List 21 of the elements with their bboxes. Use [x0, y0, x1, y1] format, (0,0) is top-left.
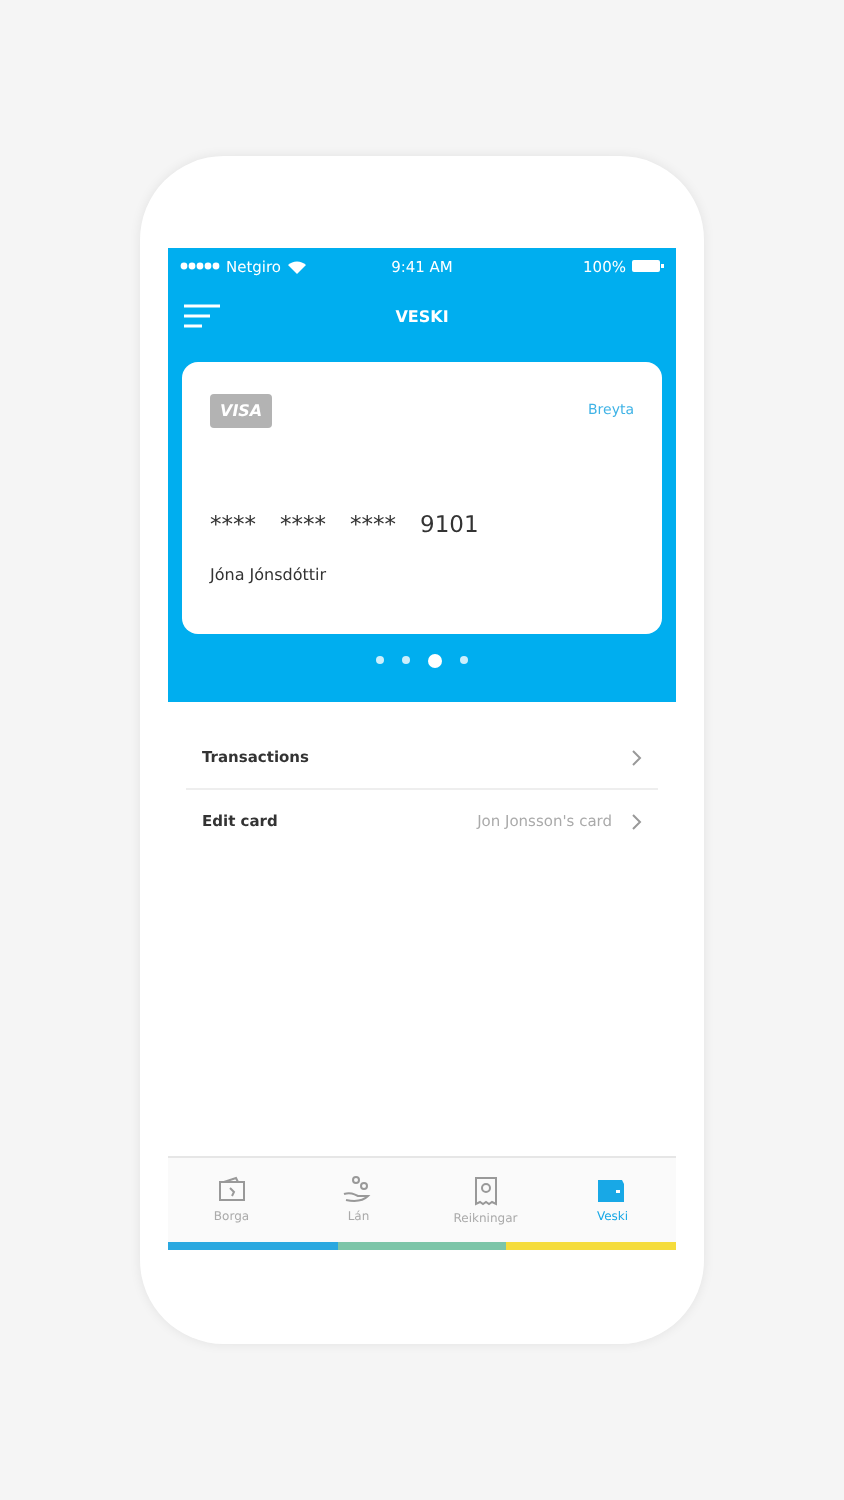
hand-coins-icon — [342, 1176, 375, 1204]
wallet-icon — [596, 1176, 629, 1204]
battery-icon — [631, 260, 664, 272]
screen-title: VESKI — [395, 308, 449, 326]
wallet-outline-icon — [215, 1176, 248, 1204]
card-brand-logo: VISA — [210, 394, 273, 428]
card-number-group: **** — [350, 510, 396, 538]
page-dot[interactable] — [428, 653, 442, 667]
menu-icon[interactable] — [184, 304, 220, 328]
card-number-group: 9101 — [420, 510, 479, 538]
chevron-icon — [632, 813, 642, 829]
card-number-group: **** — [210, 510, 256, 538]
receipt-icon — [471, 1175, 500, 1205]
wifi-icon — [287, 259, 306, 273]
signal-icon — [180, 262, 220, 270]
card-number-group: **** — [280, 510, 326, 538]
chevron-icon — [632, 749, 642, 765]
cardholder-name: Jóna Jónsdóttir — [210, 566, 329, 584]
page-dot[interactable] — [460, 656, 468, 664]
page-dot[interactable] — [402, 656, 410, 664]
page-dot[interactable] — [376, 656, 384, 664]
